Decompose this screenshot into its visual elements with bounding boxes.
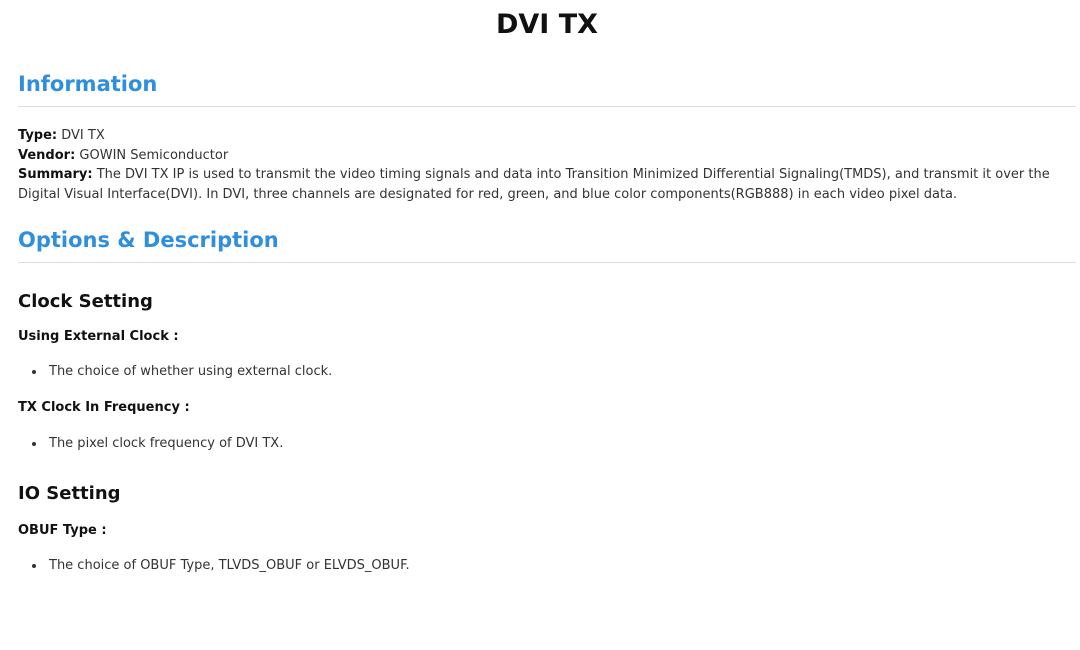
option-name-using-external-clock: Using External Clock :: [18, 329, 179, 344]
option-name-obuf-type: OBUF Type :: [18, 523, 107, 538]
vendor-value: GOWIN Semiconductor: [75, 147, 229, 163]
option-description: The choice of OBUF Type, TLVDS_OBUF or E…: [49, 558, 410, 573]
summary-line: Summary: The DVI TX IP is used to transm…: [18, 165, 1076, 204]
summary-value: The DVI TX IP is used to transmit the vi…: [18, 167, 1050, 202]
type-line: Type: DVI TX: [18, 126, 1076, 146]
list-item: The choice of OBUF Type, TLVDS_OBUF or E…: [18, 556, 1076, 576]
vendor-label: Vendor:: [18, 147, 76, 163]
option-list-obuf-type: The choice of OBUF Type, TLVDS_OBUF or E…: [18, 556, 1076, 576]
io-setting-heading: IO Setting: [18, 483, 121, 504]
bullet-icon: [32, 370, 36, 374]
ip-doc-page: DVI TX Information Type: DVI TX Vendor: …: [0, 0, 1080, 650]
list-item: The choice of whether using external clo…: [18, 362, 1076, 382]
information-heading: Information: [18, 69, 1076, 107]
bullet-icon: [32, 564, 36, 568]
summary-label: Summary:: [18, 167, 93, 182]
information-block: Type: DVI TX Vendor: GOWIN Semiconductor…: [18, 126, 1076, 204]
options-description-heading: Options & Description: [18, 225, 1076, 263]
list-item: The pixel clock frequency of DVI TX.: [18, 434, 1076, 454]
bullet-icon: [32, 442, 36, 446]
vendor-line: Vendor: GOWIN Semiconductor: [18, 146, 1076, 166]
option-description: The pixel clock frequency of DVI TX.: [49, 436, 284, 451]
option-list-using-external-clock: The choice of whether using external clo…: [18, 362, 1076, 382]
type-value: DVI TX: [57, 128, 105, 143]
option-description: The choice of whether using external clo…: [49, 364, 333, 379]
type-label: Type:: [18, 128, 58, 143]
option-list-tx-clock-in-frequency: The pixel clock frequency of DVI TX.: [18, 434, 1076, 454]
option-name-tx-clock-in-frequency: TX Clock In Frequency :: [18, 400, 190, 415]
clock-setting-heading: Clock Setting: [18, 291, 153, 312]
page-title: DVI TX: [496, 9, 598, 40]
